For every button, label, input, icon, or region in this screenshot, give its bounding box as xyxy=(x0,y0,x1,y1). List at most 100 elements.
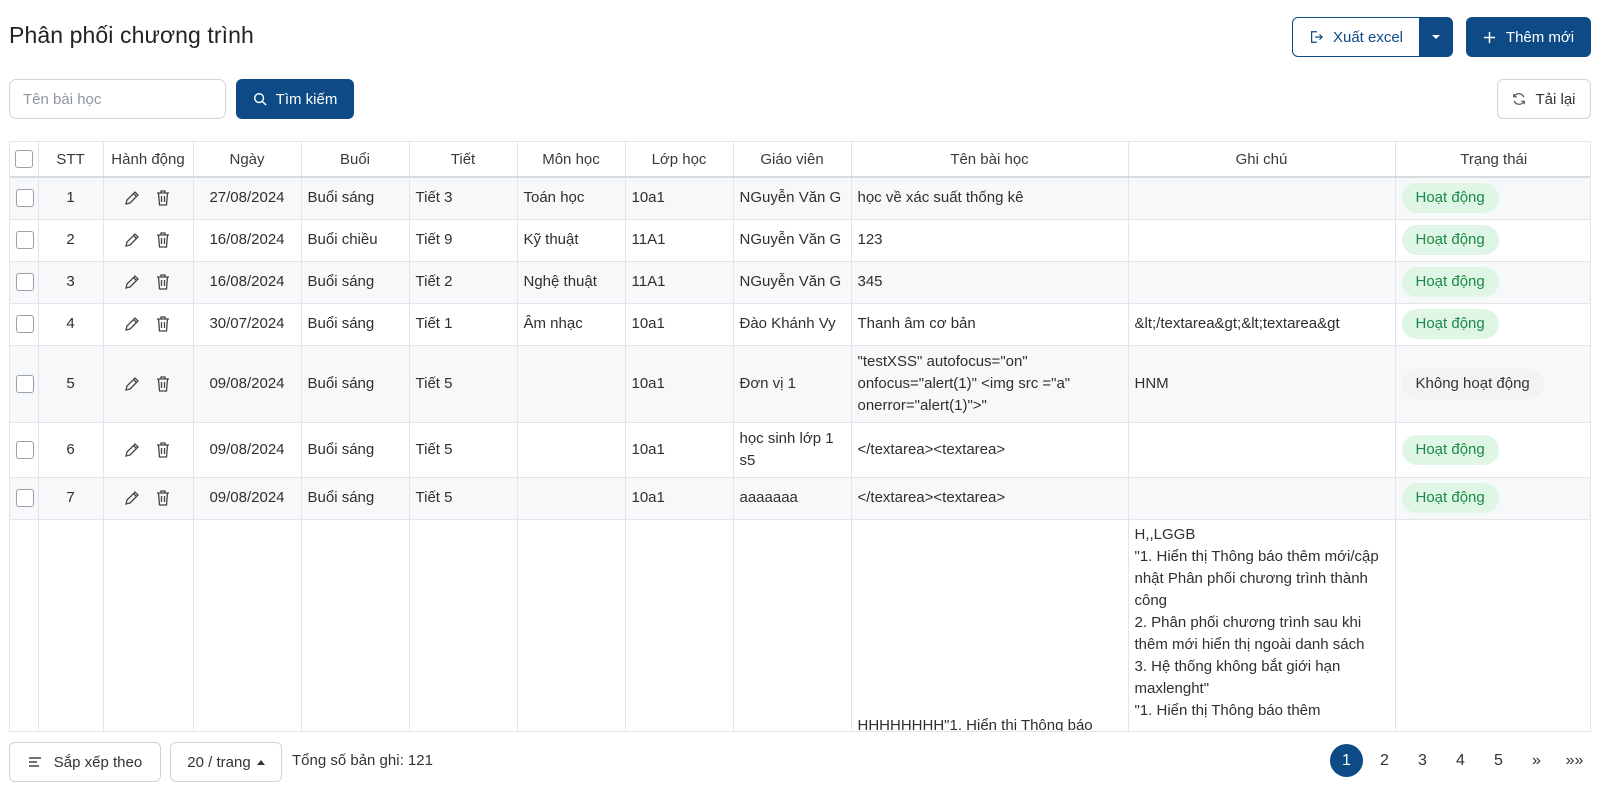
subject-cell xyxy=(517,345,626,423)
column-header[interactable]: Giáo viên xyxy=(733,142,852,178)
table-row[interactable]: 5 09/08/2024 Buổi sáng Tiết 5 10a1 Đơn vị 1 "t… xyxy=(10,345,1590,423)
row-checkbox[interactable] xyxy=(16,315,34,334)
lesson-search-input[interactable] xyxy=(9,79,226,119)
session-cell: Buổi sáng xyxy=(301,422,410,478)
export-excel-button[interactable]: Xuất excel xyxy=(1292,17,1419,57)
session-cell: Buổi chiều xyxy=(301,219,410,262)
lesson-name-cell: "testXSS" autofocus="on" onfocus="alert(… xyxy=(851,345,1129,423)
trash-icon[interactable] xyxy=(155,315,173,333)
table-row[interactable]: 3 16/08/2024 Buổi sáng Tiết 2 Nghệ thuật 11A1… xyxy=(10,261,1590,304)
class-cell: 10a1 xyxy=(625,177,734,220)
page-1-button[interactable]: 1 xyxy=(1330,744,1363,777)
table-row[interactable]: 2 16/08/2024 Buổi chiều Tiết 9 Kỹ thuật 11A1 N… xyxy=(10,219,1590,262)
column-header[interactable]: Buổi xyxy=(301,142,410,178)
trash-icon[interactable] xyxy=(155,375,173,393)
edit-icon[interactable] xyxy=(123,489,141,507)
row-select-cell xyxy=(10,345,39,423)
class-cell: 10a1 xyxy=(625,345,734,423)
session-cell xyxy=(301,519,410,731)
column-header[interactable]: Ngày xyxy=(193,142,302,178)
subject-cell: Nghệ thuật xyxy=(517,261,626,304)
session-cell: Buổi sáng xyxy=(301,477,410,520)
note-cell xyxy=(1128,261,1396,304)
period-cell: Tiết 5 xyxy=(409,345,518,423)
table-row[interactable]: 6 09/08/2024 Buổi sáng Tiết 5 10a1 học sinh l… xyxy=(10,422,1590,478)
trash-icon[interactable] xyxy=(155,231,173,249)
select-all-header xyxy=(10,142,39,178)
actions-cell xyxy=(103,261,194,304)
export-group: Xuất excel xyxy=(1292,17,1453,57)
page-4-button[interactable]: 4 xyxy=(1444,744,1477,777)
period-cell xyxy=(409,519,518,731)
trash-icon[interactable] xyxy=(155,273,173,291)
note-cell: &lt;/textarea&gt;&lt;textarea&gt xyxy=(1128,303,1396,346)
select-all-checkbox[interactable] xyxy=(14,150,33,169)
column-header[interactable]: Tiết xyxy=(409,142,518,178)
table-row[interactable]: HHHHHHHH"1. Hiển thị Thông báo H,,LGGB "1… xyxy=(10,519,1590,731)
trash-icon[interactable] xyxy=(155,489,173,507)
edit-icon[interactable] xyxy=(123,273,141,291)
reload-button[interactable]: Tải lại xyxy=(1497,79,1591,119)
edit-icon[interactable] xyxy=(123,441,141,459)
lesson-name-cell: HHHHHHHH"1. Hiển thị Thông báo xyxy=(851,519,1129,731)
note-cell xyxy=(1128,477,1396,520)
sort-lines-icon xyxy=(28,757,41,767)
row-select-cell xyxy=(10,477,39,520)
reload-label: Tải lại xyxy=(1535,90,1576,108)
edit-icon[interactable] xyxy=(123,231,141,249)
search-button[interactable]: Tìm kiếm xyxy=(236,79,354,119)
pagination: 1 2 3 4 5 » »» xyxy=(1330,744,1591,777)
sort-label: Sắp xếp theo xyxy=(53,753,143,771)
column-header[interactable]: Ghi chú xyxy=(1128,142,1396,178)
stt-cell: 7 xyxy=(38,477,104,520)
trash-icon[interactable] xyxy=(155,189,173,207)
row-checkbox[interactable] xyxy=(16,440,34,459)
page-3-button[interactable]: 3 xyxy=(1406,744,1439,777)
subject-cell: Kỹ thuật xyxy=(517,219,626,262)
teacher-cell: NGuyễn Văn G xyxy=(733,219,852,262)
column-header[interactable]: Môn học xyxy=(517,142,626,178)
note-cell xyxy=(1128,422,1396,478)
stt-cell: 4 xyxy=(38,303,104,346)
column-header[interactable]: STT xyxy=(38,142,104,178)
edit-icon[interactable] xyxy=(123,315,141,333)
row-checkbox[interactable] xyxy=(16,489,34,508)
row-checkbox[interactable] xyxy=(16,231,34,250)
date-cell: 27/08/2024 xyxy=(193,177,302,220)
page-5-button[interactable]: 5 xyxy=(1482,744,1515,777)
table-header-row: STT Hành động Ngày Buổi Tiết Môn học Lớp… xyxy=(10,142,1590,178)
row-select-cell xyxy=(10,177,39,220)
column-header[interactable]: Trạng thái xyxy=(1395,142,1590,178)
column-header[interactable]: Lớp học xyxy=(625,142,734,178)
export-dropdown-button[interactable] xyxy=(1419,17,1453,57)
table-row[interactable]: 1 27/08/2024 Buổi sáng Tiết 3 Toán học 10a1 NG… xyxy=(10,177,1590,220)
column-header[interactable]: Tên bài học xyxy=(851,142,1129,178)
row-checkbox[interactable] xyxy=(16,374,34,393)
caret-down-icon xyxy=(1432,35,1440,39)
row-checkbox[interactable] xyxy=(16,273,34,292)
teacher-cell: Đơn vị 1 xyxy=(733,345,852,423)
edit-icon[interactable] xyxy=(123,375,141,393)
sort-button[interactable]: Sắp xếp theo xyxy=(9,742,161,782)
edit-icon[interactable] xyxy=(123,189,141,207)
page-size-select[interactable]: 20 / trang xyxy=(170,742,282,782)
subject-cell xyxy=(517,422,626,478)
period-cell: Tiết 5 xyxy=(409,477,518,520)
stt-cell: 6 xyxy=(38,422,104,478)
lesson-plan-table-container[interactable]: STT Hành động Ngày Buổi Tiết Môn học Lớp… xyxy=(9,141,1591,732)
next-page-button[interactable]: » xyxy=(1520,744,1553,777)
note-cell xyxy=(1128,219,1396,262)
page-2-button[interactable]: 2 xyxy=(1368,744,1401,777)
trash-icon[interactable] xyxy=(155,441,173,459)
lesson-name-cell: 345 xyxy=(851,261,1129,304)
class-cell xyxy=(625,519,734,731)
table-row[interactable]: 7 09/08/2024 Buổi sáng Tiết 5 10a1 aaaaaaa </t… xyxy=(10,477,1590,520)
page-size-label: 20 / trang xyxy=(187,753,251,771)
actions-cell xyxy=(103,519,194,731)
teacher-cell: NGuyễn Văn G xyxy=(733,177,852,220)
add-new-button[interactable]: Thêm mới xyxy=(1466,17,1591,57)
table-row[interactable]: 4 30/07/2024 Buổi sáng Tiết 1 Âm nhạc 10a1 Đào… xyxy=(10,303,1590,346)
row-select-cell xyxy=(10,219,39,262)
row-checkbox[interactable] xyxy=(16,189,34,208)
last-page-button[interactable]: »» xyxy=(1558,744,1591,777)
